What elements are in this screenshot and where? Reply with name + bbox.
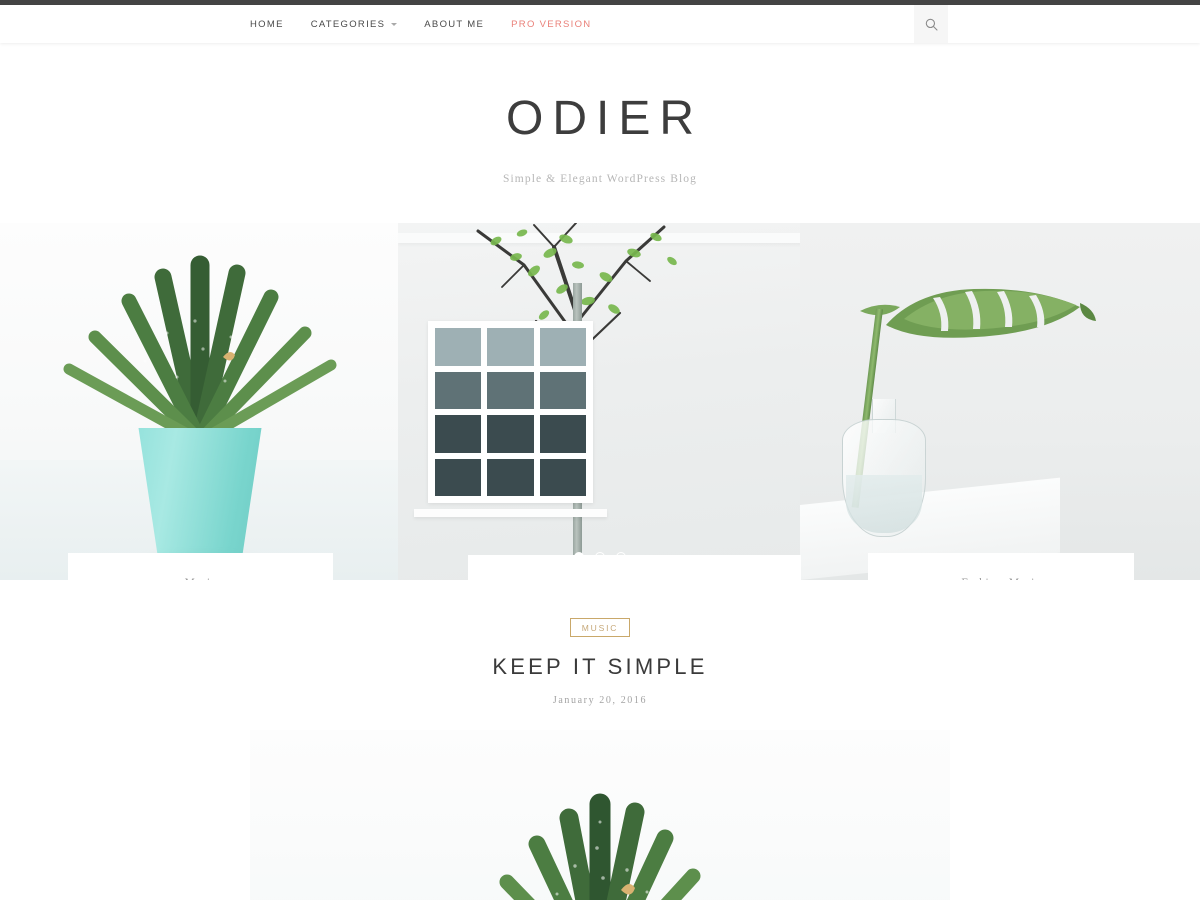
nav-item-categories-label: CATEGORIES: [310, 18, 386, 30]
slide-image-tree-and-window-white-wall: [398, 223, 802, 580]
window-pane: [487, 458, 534, 496]
nav-items: HOME CATEGORIES ABOUT ME PRO VERSION: [250, 5, 970, 43]
nav-item-home[interactable]: HOME: [250, 19, 284, 30]
chevron-down-icon: [391, 22, 398, 26]
featured-slider: Music KEEP IT SIMPLE: [0, 223, 1200, 580]
site-tagline: Simple & Elegant WordPress Blog: [503, 173, 697, 185]
nav-item-pro-version[interactable]: PRO VERSION: [511, 19, 591, 30]
nav-item-about-me-label: ABOUT ME: [424, 18, 485, 30]
site-title[interactable]: ODIER: [0, 95, 1200, 143]
window-pane: [435, 371, 482, 409]
window-pane: [487, 328, 534, 366]
monstera-leaf-graphic: [860, 288, 1096, 338]
nav-item-about-me[interactable]: ABOUT ME: [424, 19, 484, 30]
slider-dot-2[interactable]: [595, 552, 605, 562]
window-pane: [539, 371, 586, 409]
window-pane: [487, 415, 534, 453]
nav-item-home-label: HOME: [250, 18, 284, 30]
post-date: January 20, 2016: [552, 695, 648, 706]
post-title[interactable]: KEEP IT SIMPLE: [0, 654, 1200, 680]
slider-dot-3[interactable]: [616, 552, 626, 562]
window-pane: [487, 371, 534, 409]
post-category-badge[interactable]: MUSIC: [569, 618, 631, 637]
slide-item[interactable]: Fashion, Music PERFECT FOR FASHION: [800, 223, 1200, 580]
nav-item-pro-version-label: PRO VERSION: [511, 18, 592, 30]
slide-image-succulent-in-mint-pot: [0, 223, 400, 580]
window-pane: [435, 328, 482, 366]
wall-ledge: [398, 233, 802, 243]
window-pane: [435, 458, 482, 496]
window-panes: [435, 328, 586, 496]
slide-item[interactable]: Travel WHERE TO GO IN 2016: [398, 223, 802, 580]
slide-image-monstera-leaf-in-glass-vase: [800, 223, 1200, 580]
slider-dot-1[interactable]: [574, 552, 584, 562]
main-navbar: HOME CATEGORIES ABOUT ME PRO VERSION: [0, 5, 1200, 43]
search-button[interactable]: [914, 5, 948, 43]
post-article: MUSIC KEEP IT SIMPLE January 20, 2016: [0, 580, 1200, 900]
search-icon: [925, 18, 938, 31]
window-pane: [539, 328, 586, 366]
window-pane: [435, 415, 482, 453]
post-featured-image[interactable]: [250, 730, 950, 900]
slider-pagination: [0, 552, 1200, 562]
window-pane: [539, 415, 586, 453]
succulent-plant-graphic: [63, 255, 337, 441]
site-header: ODIER Simple & Elegant WordPress Blog: [0, 43, 1200, 223]
window-sill: [414, 509, 607, 517]
window-frame: [428, 321, 593, 503]
vase-water: [846, 475, 922, 533]
succulent-closeup-graphic: [499, 793, 701, 900]
nav-item-categories[interactable]: CATEGORIES: [311, 19, 398, 30]
slide-item[interactable]: Music KEEP IT SIMPLE: [0, 223, 400, 580]
window-pane: [539, 458, 586, 496]
